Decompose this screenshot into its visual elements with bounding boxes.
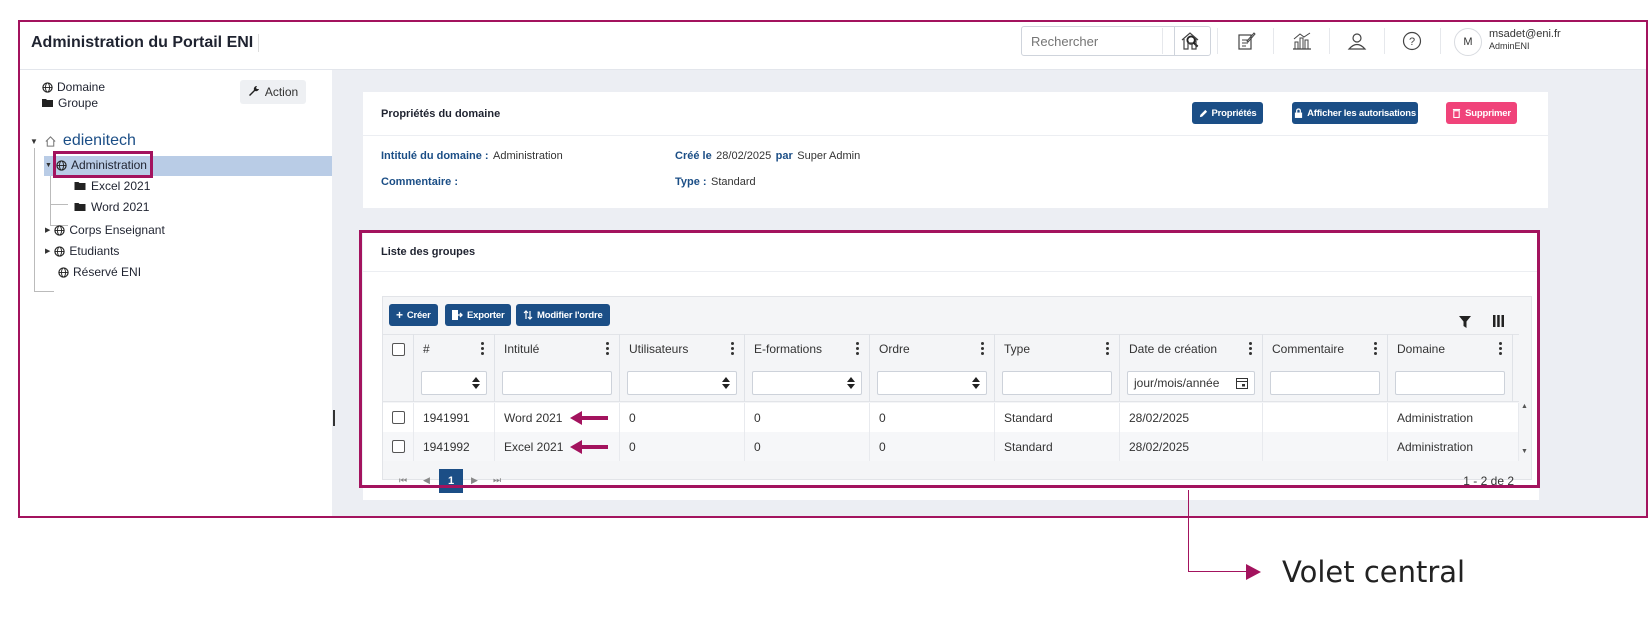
sidebar: Domaine Groupe Action ▼ edienitech ▼ Adm… <box>20 70 332 516</box>
callout-line <box>1188 490 1189 572</box>
action-button-label: Action <box>264 85 299 99</box>
globe-icon <box>54 224 66 236</box>
tree-root[interactable]: ▼ edienitech <box>30 132 136 150</box>
callout-label: Volet central <box>1282 555 1466 589</box>
user-role: AdminENI <box>1489 41 1530 51</box>
caret-right-icon[interactable]: ▶ <box>45 226 50 234</box>
caret-down-icon[interactable]: ▼ <box>45 162 52 169</box>
field-label: Commentaire : <box>381 176 459 188</box>
nav-separator <box>1273 28 1274 54</box>
home-icon[interactable] <box>1177 28 1203 54</box>
properties-button[interactable]: Propriétés <box>1192 102 1263 124</box>
field-label: Intitulé du domaine : <box>381 150 489 162</box>
edit-document-icon[interactable] <box>1233 28 1259 54</box>
field-value: 28/02/2025 <box>716 150 772 162</box>
search-input[interactable] <box>1022 27 1174 55</box>
field-label: Type : <box>675 176 707 188</box>
delete-button[interactable]: Supprimer <box>1446 102 1517 124</box>
button-label: Propriétés <box>1211 107 1257 119</box>
domain-name-field: Intitulé du domaine : Administration <box>381 146 563 164</box>
lock-icon <box>1294 108 1303 118</box>
selection-annotation-box <box>53 151 153 178</box>
callout-line <box>1188 571 1248 572</box>
wrench-icon <box>248 86 259 96</box>
avatar[interactable]: M <box>1454 28 1482 56</box>
panel-title: Propriétés du domaine <box>381 108 501 120</box>
nav-separator <box>1217 28 1218 54</box>
sidebar-link-label: Groupe <box>58 96 99 110</box>
app-title: Administration du Portail ENI <box>31 34 254 51</box>
central-pane-annotation-box <box>359 230 1540 488</box>
tree-item-label: Etudiants <box>69 244 120 258</box>
created-field: Créé le 28/02/2025 par Super Admin <box>675 146 860 164</box>
globe-icon <box>54 245 66 257</box>
nav-separator <box>1384 28 1385 54</box>
nav-separator <box>1440 28 1441 54</box>
tree-item-label: Excel 2021 <box>91 179 151 193</box>
tree-item-excel-2021[interactable]: Excel 2021 <box>74 179 150 193</box>
title-separator <box>258 34 259 52</box>
tree-item-reserve-eni[interactable]: Réservé ENI <box>58 265 141 279</box>
tree-line <box>50 204 68 205</box>
field-label: par <box>775 150 793 162</box>
statistics-icon[interactable] <box>1289 28 1315 54</box>
caret-down-icon[interactable]: ▼ <box>30 137 38 146</box>
action-button[interactable]: Action <box>240 80 306 104</box>
field-value: Super Admin <box>797 150 861 162</box>
type-field: Type : Standard <box>675 172 756 190</box>
pencil-icon <box>1199 109 1207 117</box>
sidebar-link-label: Domaine <box>57 80 106 94</box>
tree-line <box>34 148 35 291</box>
folder-icon <box>42 99 53 107</box>
folder-icon <box>74 182 86 190</box>
tree-item-word-2021[interactable]: Word 2021 <box>74 200 149 214</box>
button-label: Supprimer <box>1465 107 1511 119</box>
home-icon <box>45 135 56 147</box>
divider <box>363 135 1548 136</box>
show-authorizations-button[interactable]: Afficher les autorisations <box>1292 102 1418 124</box>
tree-line <box>34 291 54 292</box>
caret-right-icon[interactable]: ▶ <box>45 247 50 255</box>
folder-icon <box>74 203 86 211</box>
tree-line <box>50 174 51 226</box>
tree-item-corps-enseignant[interactable]: ▶ Corps Enseignant <box>45 223 165 237</box>
top-bar: Administration du Portail ENI Rechercher… <box>20 22 1646 70</box>
callout-arrow-icon <box>1246 564 1261 580</box>
user-email: msadet@eni.fr <box>1489 28 1561 40</box>
tree-root-label: edienitech <box>62 132 136 149</box>
tree-item-label: Word 2021 <box>91 200 150 214</box>
domain-properties-panel: Propriétés du domaine Propriétés Affiche… <box>363 92 1548 208</box>
sidebar-link-groupe[interactable]: Groupe <box>42 96 98 110</box>
tree-item-label: Réservé ENI <box>73 265 142 279</box>
field-value: Administration <box>493 150 563 162</box>
field-value: Standard <box>711 176 756 188</box>
tree-item-etudiants[interactable]: ▶ Etudiants <box>45 244 119 258</box>
sidebar-link-domaine[interactable]: Domaine <box>42 80 105 94</box>
help-icon[interactable]: ? <box>1399 28 1425 54</box>
splitter-handle[interactable] <box>333 410 335 426</box>
nav-separator <box>1329 28 1330 54</box>
globe-icon <box>42 81 53 93</box>
tree-item-label: Corps Enseignant <box>69 223 165 237</box>
comment-field: Commentaire : <box>381 172 458 190</box>
button-label: Afficher les autorisations <box>1307 107 1416 119</box>
user-icon[interactable] <box>1344 28 1370 54</box>
field-label: Créé le <box>675 150 712 162</box>
globe-icon <box>58 266 69 278</box>
trash-icon <box>1453 108 1461 118</box>
svg-text:?: ? <box>1409 36 1415 48</box>
nav-separator <box>1162 28 1163 54</box>
